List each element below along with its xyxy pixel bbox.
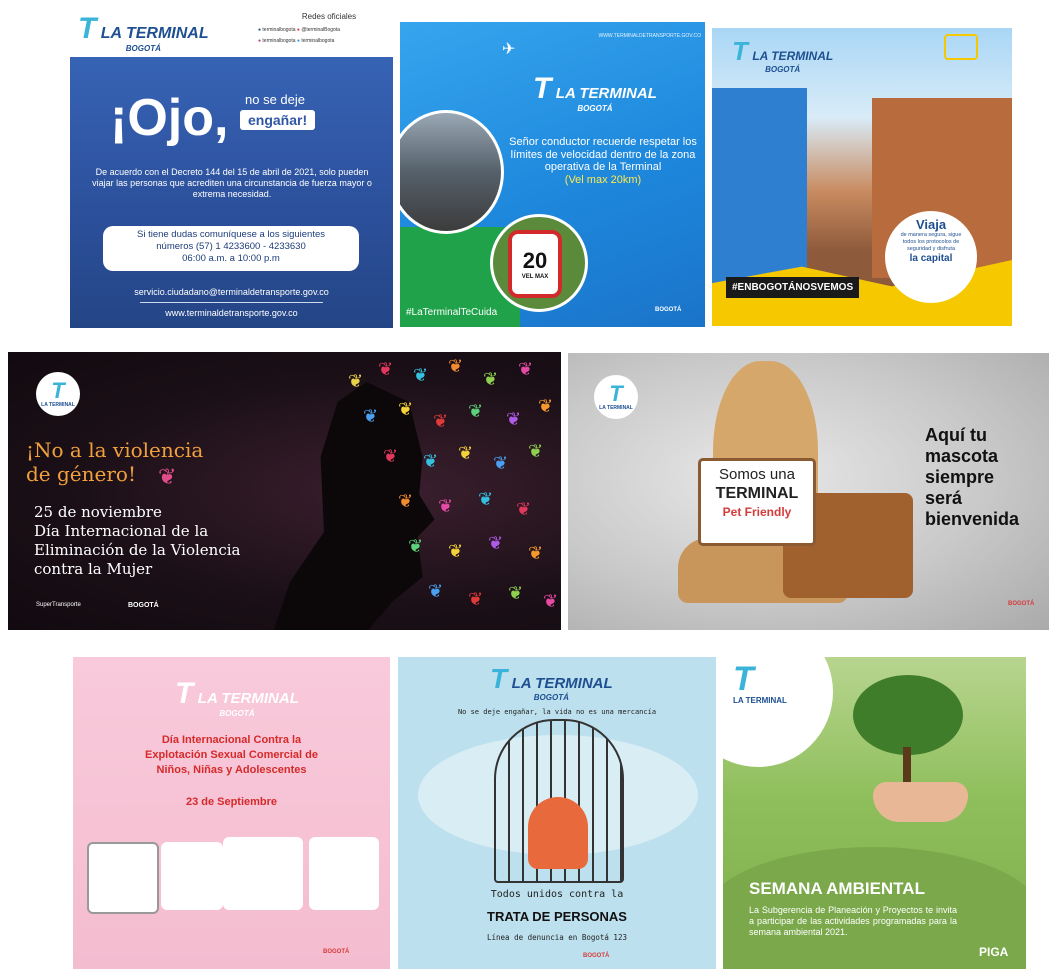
- bogota-footer: BOGOTÁ: [1008, 601, 1035, 607]
- post-tile-ambiental[interactable]: T LA TERMINAL SEMANA AMBIENTAL La Subger…: [723, 657, 1026, 969]
- illustration-girls: [161, 842, 223, 910]
- social-header: Redes oficiales: [301, 12, 357, 21]
- trata-line1: Todos unidos contra la: [490, 889, 624, 900]
- butterfly-icon: ❦: [158, 464, 177, 489]
- hashtag: #ENBOGOTÁNOSVEMOS: [726, 277, 860, 298]
- illustration-jail: [87, 842, 159, 914]
- bogota-footer: BOGOTÁ: [583, 953, 610, 959]
- illustration-exchange: [309, 837, 379, 910]
- person-figure: [528, 797, 588, 869]
- hashtag: #LaTerminalTeCuida: [406, 307, 498, 318]
- tree-trunk: [903, 747, 911, 787]
- headline-badge: engañar!: [240, 110, 316, 130]
- post-tile-pet-friendly[interactable]: T LA TERMINAL Somos una TERMINAL Pet Frie…: [568, 353, 1049, 630]
- la-terminal-logo: T LA TERMINAL BOGOTÁ: [732, 36, 834, 74]
- url-text: WWW.TERMINALDETRANSPORTE.GOV.CO: [598, 33, 701, 39]
- tree-canopy: [853, 675, 963, 755]
- social-handles: ● terminalbogota ● @terminalBogota ● ter…: [258, 27, 341, 44]
- post-tile-explotacion[interactable]: T LA TERMINAL BOGOTÁ Día Internacional C…: [73, 657, 390, 969]
- suitcase-icon: [944, 34, 978, 60]
- trata-line3: Línea de denuncia en Bogotá 123: [487, 933, 627, 942]
- ambiental-title: SEMANA AMBIENTAL: [749, 879, 925, 898]
- la-terminal-logo: T LA TERMINAL BOGOTÁ: [175, 677, 299, 719]
- post-tile-trata[interactable]: T LA TERMINAL BOGOTÁ No se deje engañar,…: [398, 657, 716, 969]
- hands-image: [873, 782, 968, 822]
- headline-no-se-deje: no se deje: [245, 92, 305, 107]
- explotacion-date: 23 de Septiembre: [185, 796, 278, 808]
- post-tile-speed[interactable]: WWW.TERMINALDETRANSPORTE.GOV.CO ✈ T LA T…: [400, 22, 705, 327]
- la-terminal-logo: T LA TERMINAL: [36, 372, 80, 416]
- butterfly-cloud: ❦ ❦ ❦ ❦ ❦ ❦ ❦ ❦ ❦ ❦ ❦ ❦ ❦ ❦ ❦ ❦ ❦ ❦ ❦ ❦ …: [348, 356, 559, 611]
- supertransporte-footer: SuperTransporte: [36, 602, 81, 608]
- bus-station-photo: [400, 110, 504, 234]
- bogota-footer: BOGOTÁ: [128, 602, 159, 609]
- speed-message: Señor conductor recuerde respetar los lí…: [509, 136, 697, 173]
- speed-highlight: (Vel max 20km): [564, 174, 642, 186]
- piga-badge: PIGA: [979, 945, 1009, 959]
- paper-plane-icon: ✈: [502, 41, 516, 58]
- trata-line2: TRATA DE PERSONAS: [487, 909, 627, 924]
- violencia-title: ¡No a la violencia de género!: [26, 438, 204, 486]
- ambiental-body: La Subgerencia de Planeación y Proyectos…: [749, 905, 957, 937]
- bogota-footer: BOGOTÁ: [655, 307, 682, 313]
- speed-limit-sign: 20 VEL MAX: [508, 230, 562, 298]
- contact-box: Si tiene dudas comuníquese a los siguien…: [103, 226, 359, 271]
- la-terminal-logo: T LA TERMINAL BOGOTÁ: [533, 72, 657, 114]
- illustration-table: [223, 837, 303, 910]
- email-text: servicio.ciudadano@terminaldetransporte.…: [134, 287, 329, 297]
- la-terminal-logo: T LA TERMINAL: [733, 660, 787, 705]
- web-text: www.terminaldetransporte.gov.co: [165, 308, 298, 318]
- decree-text: De acuerdo con el Decreto 144 del 15 de …: [92, 167, 372, 199]
- viaja-bubble: Viaja de manera segura, sigue todos los …: [885, 211, 977, 303]
- welcome-text: Aquí tu mascota siempre será bienvenida: [925, 425, 1020, 529]
- la-terminal-logo: T LA TERMINAL: [594, 375, 638, 419]
- la-terminal-logo: T LA TERMINAL BOGOTÁ: [490, 663, 613, 703]
- post-tile-violencia[interactable]: T LA TERMINAL ¡No a la violencia de géner…: [8, 352, 561, 630]
- explotacion-title: Día Internacional Contra la Explotación …: [144, 734, 318, 776]
- trata-top-text: No se deje engañar, la vida no es una me…: [457, 708, 657, 716]
- pet-friendly-sign: Somos una TERMINAL Pet Friendly: [698, 458, 816, 546]
- post-tile-ojo[interactable]: T LA TERMINAL BOGOTÁ Redes oficiales ● t…: [70, 10, 393, 328]
- headline-ojo: ¡Ojo,: [110, 89, 229, 147]
- violencia-body: 25 de noviembre Día Internacional de la …: [34, 503, 241, 578]
- blue-colonial-house: [712, 88, 807, 288]
- post-tile-bogota[interactable]: T LA TERMINAL BOGOTÁ #ENBOGOTÁNOSVEMOS V…: [712, 28, 1012, 326]
- la-terminal-logo: T LA TERMINAL BOGOTÁ: [78, 12, 209, 54]
- bogota-footer: BOGOTÁ: [323, 949, 350, 955]
